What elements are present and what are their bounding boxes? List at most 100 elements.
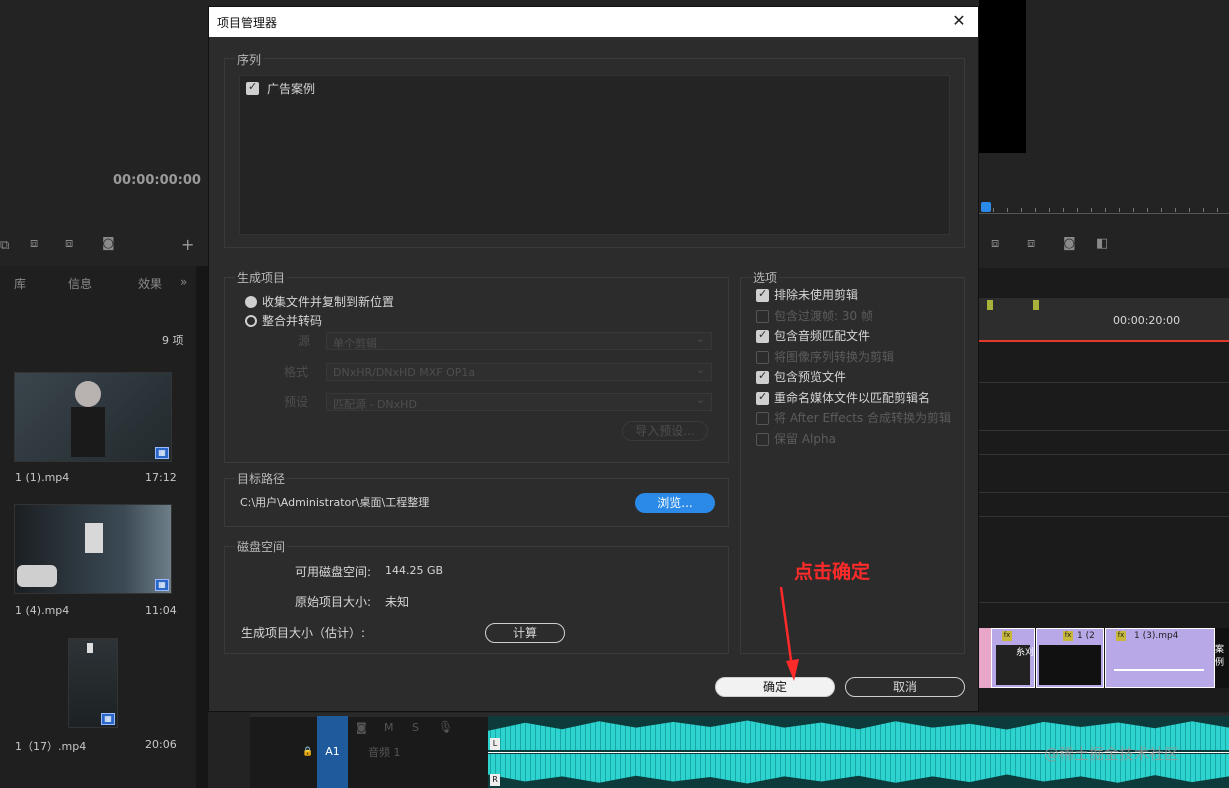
- thumb-car: [17, 565, 57, 587]
- option-label: 排除未使用剪辑: [774, 288, 859, 302]
- track-clip[interactable]: 案例: [1215, 628, 1229, 688]
- solo-button[interactable]: S: [412, 721, 419, 734]
- sequence-group: 序列 广告案例: [224, 51, 965, 248]
- preserve-alpha-checkbox[interactable]: [756, 433, 769, 446]
- available-space-value: 144.25 GB: [385, 564, 444, 577]
- clip-name: 1 (4).mp4: [15, 604, 70, 617]
- after-effects-checkbox[interactable]: [756, 412, 769, 425]
- exclude-unused-checkbox[interactable]: [756, 287, 769, 302]
- rename-media-checkbox[interactable]: [756, 390, 769, 405]
- format-label: 格式: [284, 365, 309, 379]
- option-label: 将图像序列转换为剪辑: [774, 350, 895, 364]
- tab-info[interactable]: 信息: [68, 275, 92, 292]
- clip-label: 1 (2: [1077, 631, 1095, 641]
- clip-thumbnail[interactable]: ▦: [14, 504, 172, 594]
- sequence-checkbox[interactable]: [246, 80, 259, 95]
- clip-label: 案例: [1215, 645, 1225, 668]
- tab-overflow-icon[interactable]: »: [180, 275, 187, 289]
- thumb-light: [87, 643, 93, 653]
- target-path-group: 目标路径 C:\用户\Administrator\桌面\工程整理 浏览...: [224, 470, 729, 527]
- image-sequence-checkbox[interactable]: [756, 351, 769, 364]
- target-path-value: C:\用户\Administrator\桌面\工程整理: [240, 496, 430, 509]
- clip-badge-icon: ▦: [155, 447, 169, 459]
- calculate-button[interactable]: 计算: [485, 623, 565, 643]
- channel-right-label: R: [490, 774, 500, 786]
- mute-button[interactable]: M: [384, 721, 394, 734]
- lift-icon[interactable]: ⧈: [65, 236, 73, 251]
- browse-button[interactable]: 浏览...: [635, 493, 715, 513]
- thumb-figure: [85, 523, 103, 553]
- insert-icon[interactable]: ⧉: [0, 238, 9, 253]
- source-timecode: 00:00:00:00: [113, 173, 201, 188]
- fx-icon: fx: [1116, 631, 1126, 641]
- extract-icon[interactable]: ⧈: [1027, 236, 1035, 251]
- sequence-list: 广告案例: [239, 75, 950, 235]
- clip-label: 糸刈: [1015, 648, 1034, 658]
- format-select[interactable]: DNxHR/DNxHD MXF OP1a: [326, 363, 712, 381]
- option-label: 包含过渡帧: 30 帧: [774, 309, 873, 323]
- track-line: [979, 492, 1229, 493]
- preset-select[interactable]: 匹配源 - DNxHD: [326, 393, 712, 411]
- fx-icon: fx: [1002, 631, 1012, 641]
- sequence-group-label: 序列: [235, 51, 264, 68]
- camera-icon[interactable]: ◙: [356, 721, 367, 734]
- preview-files-checkbox[interactable]: [756, 369, 769, 384]
- source-select[interactable]: 单个剪辑: [326, 332, 712, 350]
- track-clip[interactable]: fx 1 (3).mp4: [1105, 628, 1215, 688]
- track-clip[interactable]: [979, 628, 991, 688]
- available-space-label: 可用磁盘空间:: [295, 565, 372, 579]
- clip-thumbnail[interactable]: ▦: [14, 372, 172, 462]
- playhead-icon[interactable]: [981, 202, 991, 212]
- close-icon[interactable]: ✕: [948, 10, 970, 32]
- clip-badge-icon: ▦: [101, 713, 115, 725]
- clip-name: 1（17）.mp4: [15, 740, 87, 753]
- output-group-label: 生成项目: [235, 269, 288, 286]
- lift-icon[interactable]: ⧈: [991, 236, 999, 251]
- program-monitor-panel: ⧈ ⧈ ◙ ◧: [979, 0, 1229, 262]
- clip-thumbnail[interactable]: ▦: [68, 638, 118, 728]
- track-line: [979, 382, 1229, 383]
- project-manager-dialog: 项目管理器 ✕ 序列 广告案例 生成项目 收集文件并复制到新位置 整合并转码 源…: [208, 6, 979, 712]
- consolidate-option-label: 整合并转码: [262, 314, 323, 328]
- import-preset-button[interactable]: 导入预设...: [622, 421, 708, 441]
- cancel-button[interactable]: 取消: [845, 677, 965, 697]
- compare-icon[interactable]: ◧: [1096, 236, 1108, 251]
- collect-radio[interactable]: [245, 296, 257, 308]
- tab-effects[interactable]: 效果: [138, 275, 162, 292]
- consolidate-radio[interactable]: [245, 315, 257, 327]
- handles-checkbox[interactable]: [756, 310, 769, 323]
- audio-track: 🔒 A1 ◙ M S 🎙 音频 1 L R @稀土掘金技术社区: [250, 713, 1229, 788]
- item-count: 9 项: [162, 334, 184, 347]
- add-icon[interactable]: +: [181, 235, 194, 254]
- track-target-a1[interactable]: A1: [317, 716, 348, 788]
- track-clip[interactable]: fx 1 (2: [1036, 628, 1104, 688]
- track-line: [979, 516, 1229, 517]
- program-scrubber[interactable]: [979, 200, 1229, 214]
- project-panel: 库 信息 效果 » 9 项 ▦ 1 (1).mp4 17:12 ▦ 1 (4).…: [0, 266, 196, 788]
- mic-icon[interactable]: 🎙: [438, 720, 453, 734]
- dialog-titlebar[interactable]: 项目管理器 ✕: [209, 7, 978, 37]
- lock-icon[interactable]: 🔒: [302, 747, 313, 757]
- camera-icon[interactable]: ◙: [102, 236, 115, 251]
- track-line: [979, 430, 1229, 431]
- annotation-text: 点击确定: [794, 561, 871, 583]
- audio-conform-checkbox[interactable]: [756, 328, 769, 343]
- track-name: 音频 1: [368, 746, 401, 759]
- target-path-label: 目标路径: [235, 470, 288, 487]
- output-group: 生成项目 收集文件并复制到新位置 整合并转码 源 单个剪辑 格式 DNxHR/D…: [224, 269, 729, 463]
- track-clip[interactable]: fx 糸刈: [991, 628, 1035, 688]
- overwrite-icon[interactable]: ⧈: [30, 236, 38, 251]
- dialog-title: 项目管理器: [217, 16, 278, 30]
- tab-library[interactable]: 库: [14, 275, 26, 292]
- timeline-ruler[interactable]: 00:00:20:00: [979, 298, 1229, 342]
- annotation-arrow-icon: [779, 586, 799, 681]
- premiere-workspace: { "background": { "program_timecode": "0…: [0, 0, 1229, 788]
- ruler-ticks: [993, 208, 1229, 212]
- clip-label: 1 (3).mp4: [1134, 631, 1179, 641]
- panel-divider: [196, 266, 208, 788]
- ruler-timecode: 00:00:20:00: [1113, 314, 1181, 327]
- option-label: 重命名媒体文件以匹配剪辑名: [774, 391, 931, 405]
- camera-icon[interactable]: ◙: [1063, 236, 1076, 251]
- original-size-value: 未知: [385, 595, 410, 609]
- clip-badge-icon: ▦: [155, 579, 169, 591]
